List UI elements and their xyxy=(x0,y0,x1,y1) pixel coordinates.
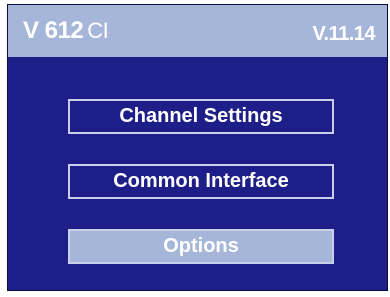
title-bar: V 612 CI V.11.14 xyxy=(8,5,387,57)
software-version: V.11.14 xyxy=(312,23,375,45)
model-suffix: CI xyxy=(87,18,109,43)
model-name: V 612 xyxy=(23,17,84,44)
menu-item-common-interface[interactable]: Common Interface xyxy=(68,164,334,199)
menu-item-channel-settings[interactable]: Channel Settings xyxy=(68,99,334,134)
menu-item-options[interactable]: Options xyxy=(68,229,334,264)
device-model: V 612 CI xyxy=(23,17,109,45)
osd-screen: V 612 CI V.11.14 Channel Settings Common … xyxy=(7,4,388,291)
